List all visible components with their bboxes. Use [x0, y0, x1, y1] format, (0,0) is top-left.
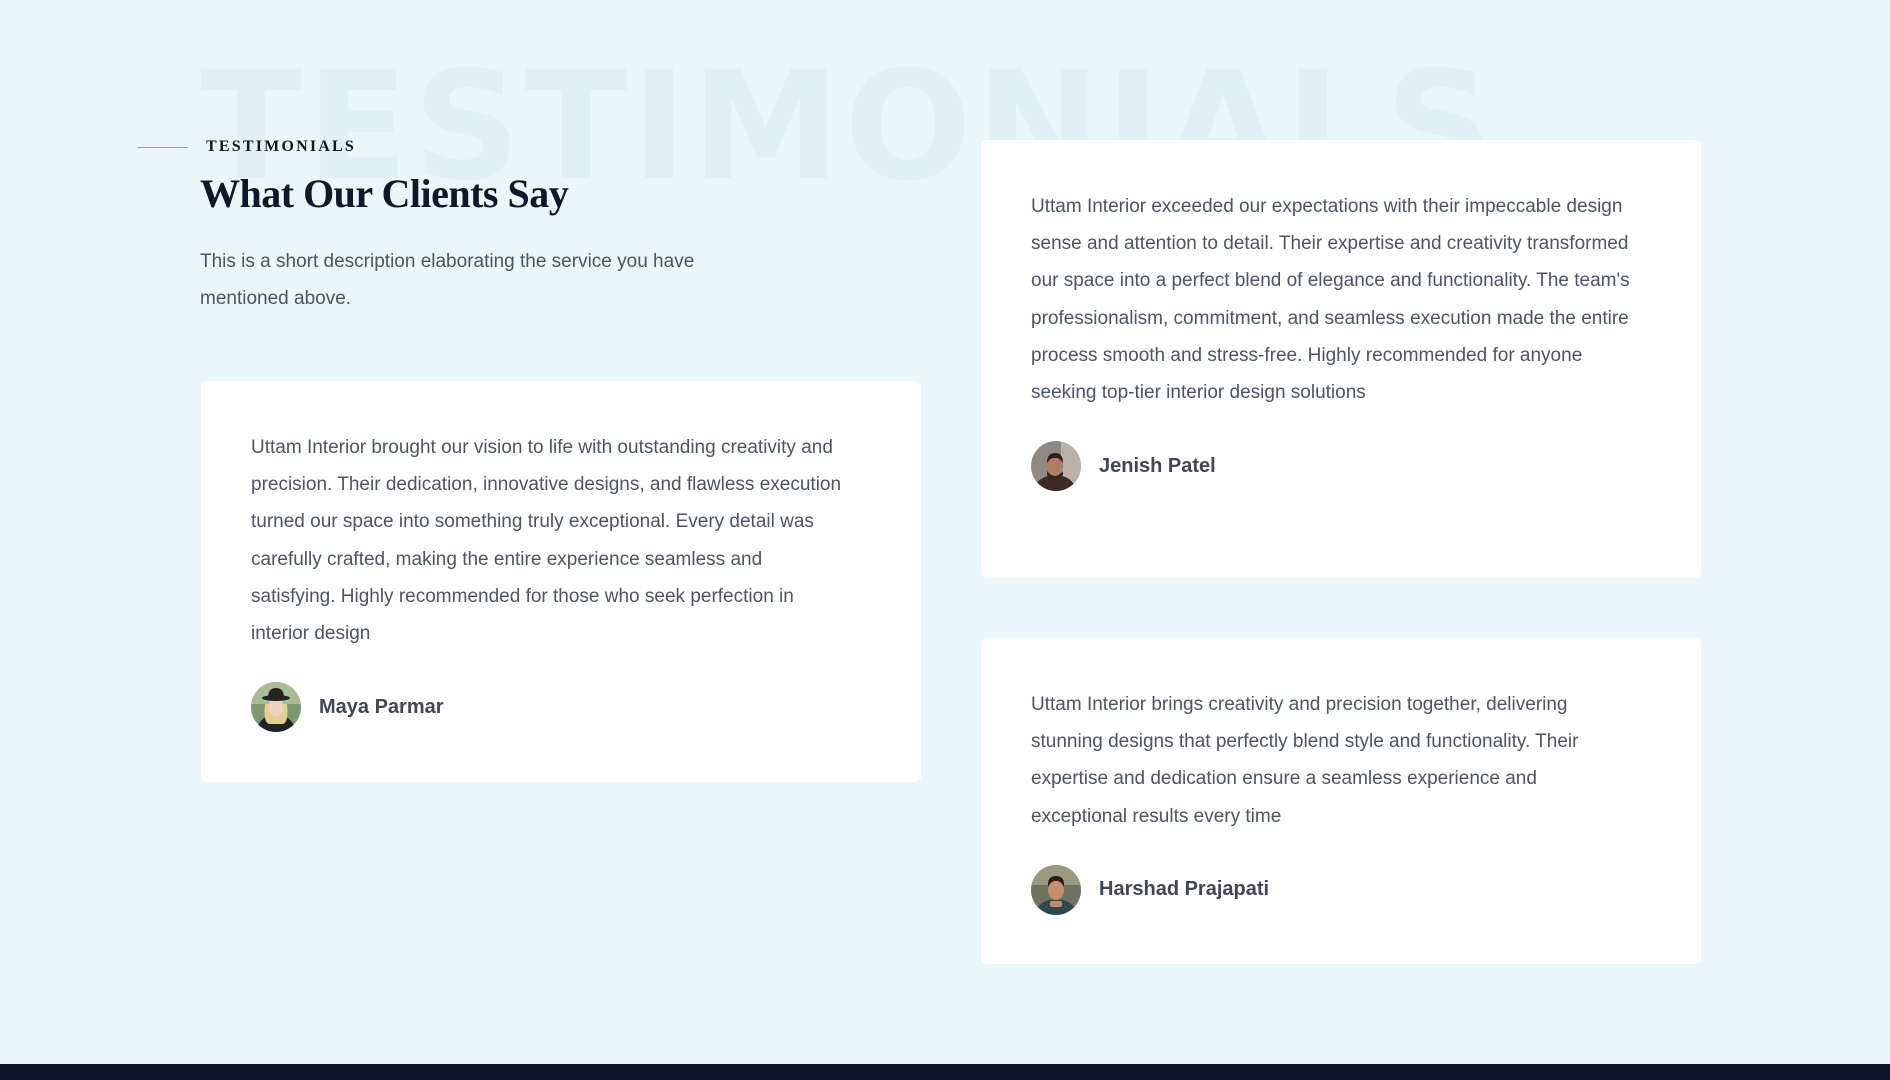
- author-name: Harshad Prajapati: [1099, 878, 1270, 901]
- testimonial-card: Uttam Interior exceeded our expectations…: [981, 140, 1701, 578]
- eyebrow-divider-line: [138, 146, 188, 148]
- testimonial-author: Harshad Prajapati: [1031, 864, 1651, 915]
- author-name: Maya Parmar: [319, 695, 444, 718]
- testimonial-card: Uttam Interior brought our vision to lif…: [201, 381, 921, 782]
- testimonial-quote: Uttam Interior brought our vision to lif…: [251, 437, 842, 645]
- section-description: This is a short description elaborating …: [200, 251, 695, 309]
- author-name: Jenish Patel: [1099, 454, 1216, 477]
- avatar: [1031, 441, 1081, 492]
- section-title: What Our Clients Say: [200, 171, 569, 216]
- avatar: [1031, 864, 1081, 915]
- testimonial-quote: Uttam Interior exceeded our expectations…: [1031, 196, 1630, 404]
- section-eyebrow: TESTIMONIALS: [138, 138, 356, 156]
- eyebrow-label: TESTIMONIALS: [206, 138, 356, 155]
- avatar: [251, 682, 301, 733]
- testimonial-card: Uttam Interior brings creativity and pre…: [981, 638, 1701, 964]
- testimonial-author: Maya Parmar: [251, 682, 871, 733]
- testimonial-author: Jenish Patel: [1031, 441, 1651, 492]
- footer-strip: [0, 1064, 1890, 1080]
- testimonial-quote: Uttam Interior brings creativity and pre…: [1031, 694, 1579, 827]
